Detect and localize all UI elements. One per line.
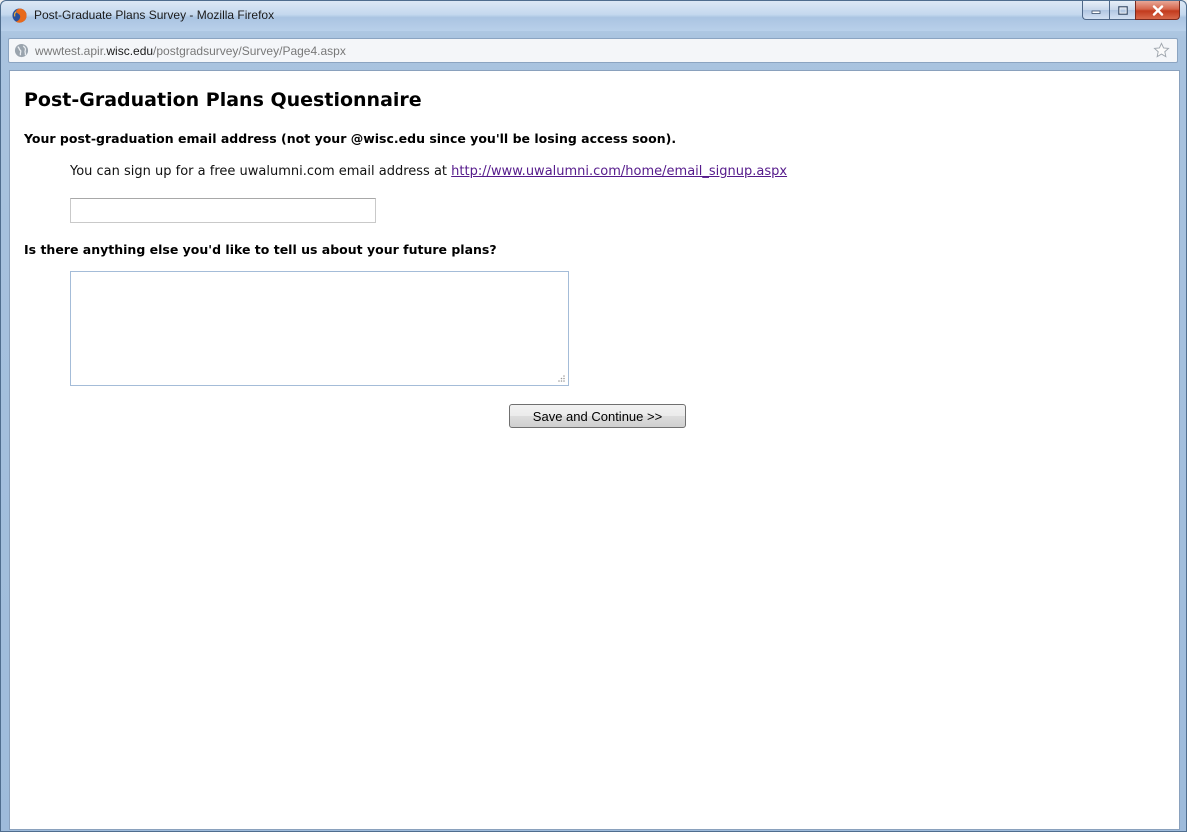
window-title: Post-Graduate Plans Survey - Mozilla Fir… [34, 8, 275, 22]
email-hint: You can sign up for a free uwalumni.com … [70, 164, 787, 179]
email-hint-text: You can sign up for a free uwalumni.com … [70, 164, 452, 179]
firefox-icon [12, 8, 27, 23]
globe-icon [14, 43, 29, 58]
minimize-button[interactable] [1082, 1, 1109, 20]
browser-window: Post-Graduate Plans Survey - Mozilla Fir… [0, 0, 1187, 832]
page-content: Post-Graduation Plans Questionnaire Your… [9, 70, 1180, 830]
bookmark-star-icon[interactable] [1153, 42, 1170, 59]
minimize-icon [1091, 10, 1101, 14]
resize-grip-icon[interactable] [556, 373, 566, 383]
address-bar[interactable]: wwwtest.apir.wisc.edu/postgradsurvey/Sur… [8, 38, 1178, 63]
email-question-label: Your post-graduation email address (not … [24, 131, 677, 146]
plans-question-label: Is there anything else you'd like to tel… [24, 242, 497, 257]
uwalumni-signup-link[interactable]: http://www.uwalumni.com/home/email_signu… [451, 164, 787, 179]
title-bar[interactable]: Post-Graduate Plans Survey - Mozilla Fir… [1, 1, 1186, 31]
url-domain: wisc.edu [106, 44, 154, 58]
future-plans-textarea[interactable] [70, 271, 569, 386]
url-text[interactable]: wwwtest.apir.wisc.edu/postgradsurvey/Sur… [35, 44, 346, 58]
close-icon [1152, 4, 1163, 16]
url-prefix: wwwtest.apir. [35, 44, 107, 58]
window-controls [1082, 1, 1180, 21]
save-and-continue-button[interactable]: Save and Continue >> [509, 404, 686, 428]
url-suffix: /postgradsurvey/Survey/Page4.aspx [153, 44, 346, 58]
email-input[interactable] [70, 198, 376, 223]
maximize-button[interactable] [1109, 1, 1135, 20]
close-button[interactable] [1135, 1, 1180, 20]
page-title: Post-Graduation Plans Questionnaire [24, 89, 422, 111]
maximize-icon [1117, 5, 1128, 15]
